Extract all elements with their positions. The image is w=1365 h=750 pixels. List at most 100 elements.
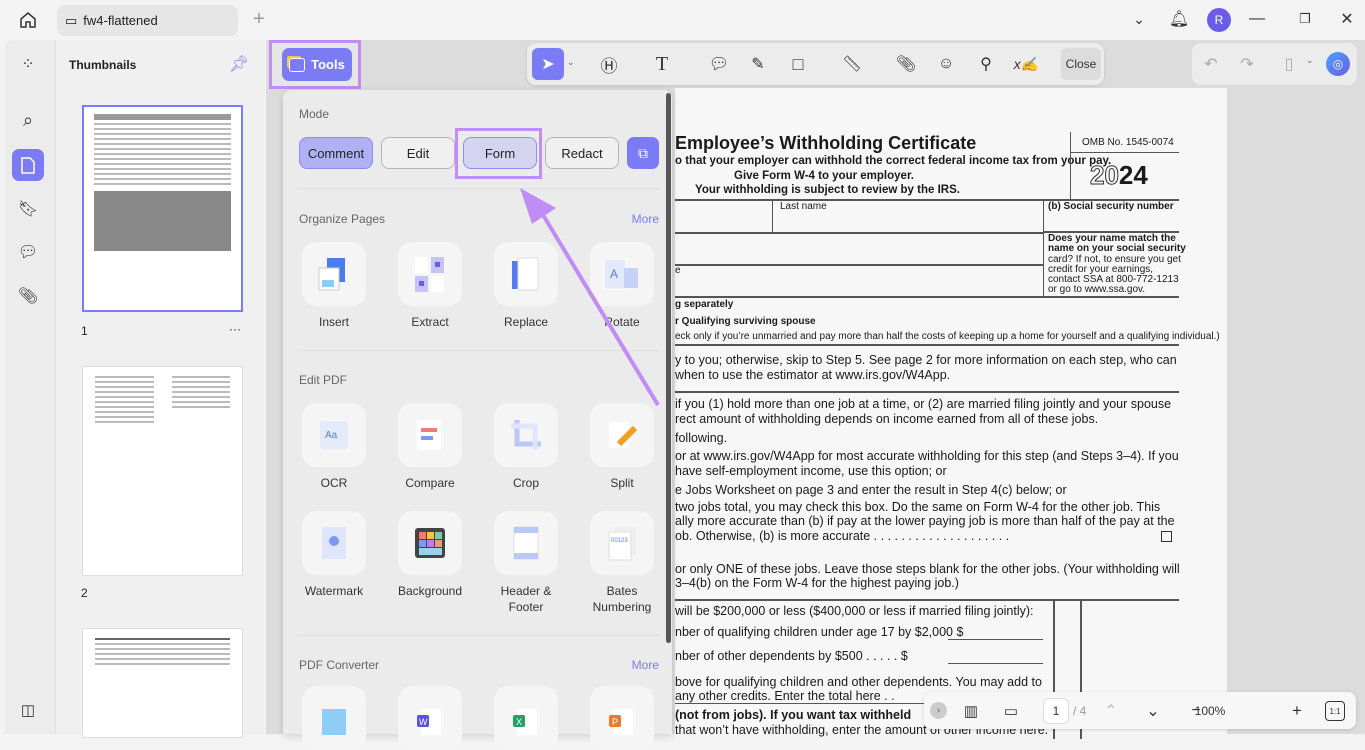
page-thumbnail-2[interactable] <box>82 366 243 576</box>
new-tab-button[interactable]: + <box>248 8 270 30</box>
open-external-icon[interactable]: ⧉ <box>627 137 659 169</box>
actual-size-icon[interactable]: 1:1 <box>1325 701 1345 721</box>
page-thumbnail-1[interactable] <box>82 105 243 312</box>
form-year: 2024 <box>1090 160 1148 191</box>
form-line: e <box>675 265 681 276</box>
chevron-down-icon[interactable]: ⌄ <box>1130 10 1148 28</box>
document-tab[interactable]: ▭ fw4-flattened <box>57 5 238 36</box>
minimize-icon[interactable]: — <box>1248 10 1266 28</box>
bates-numbering-icon: 00123 <box>590 511 654 575</box>
extract-tool[interactable]: Extract <box>390 242 470 330</box>
attachment-icon[interactable]: 📎︎ <box>12 280 44 312</box>
close-window-icon[interactable]: ✕ <box>1337 9 1357 29</box>
form-line: following. <box>675 431 727 445</box>
pin-icon[interactable]: 📌︎ <box>230 55 248 73</box>
header-footer-tool[interactable]: Header & Footer <box>486 511 566 615</box>
attachment-tool-icon[interactable]: 📎︎ <box>890 48 922 80</box>
converter-more-link[interactable]: More <box>632 658 659 672</box>
omb-number: OMB No. 1545-0074 <box>1082 137 1174 148</box>
svg-text:Aa: Aa <box>325 430 338 441</box>
zoom-level[interactable]: 100% <box>1190 699 1230 723</box>
chevron-down-icon[interactable]: ⌄ <box>567 57 575 68</box>
svg-text:P: P <box>612 717 618 727</box>
ocr-tool[interactable]: AaOCR <box>294 403 374 491</box>
bates-numbering-tool[interactable]: 00123Bates Numbering <box>582 511 662 615</box>
apps-icon[interactable]: ⁘ <box>12 48 44 80</box>
svg-text:00123: 00123 <box>611 538 628 544</box>
previous-page-icon[interactable]: ⌃ <box>1100 700 1122 722</box>
redo-icon[interactable]: ↷ <box>1236 53 1258 75</box>
page-more-button[interactable]: ··· <box>229 322 241 336</box>
thumbnails-icon[interactable] <box>12 149 44 181</box>
page-total: / 4 <box>1073 704 1086 718</box>
pdf-to-excel-tool[interactable]: X <box>486 686 566 750</box>
form-line: 3–4(b) on the Form W-4 for the highest p… <box>675 576 959 590</box>
form-line: ally more accurate than (b) if pay at th… <box>675 514 1175 528</box>
sticker-tool-icon[interactable]: ☺ <box>930 48 962 80</box>
select-tool-icon[interactable]: ➤ <box>532 48 564 80</box>
close-button[interactable]: Close <box>1061 48 1101 80</box>
mode-section-title: Mode <box>299 107 329 121</box>
home-icon[interactable] <box>14 6 42 34</box>
history-toolbar: ↶ ↷ ▯ ⌄ ◎ <box>1192 43 1357 85</box>
bookmark-icon[interactable]: 🔖︎ <box>12 193 44 225</box>
stamp-tool-icon[interactable]: ⚲ <box>970 48 1002 80</box>
signature-tool-icon[interactable]: x✍ <box>1010 48 1042 80</box>
insert-icon <box>302 242 366 306</box>
form-line: y to you; otherwise, skip to Step 5. See… <box>675 353 1177 367</box>
background-tool[interactable]: Background <box>390 511 470 599</box>
form-subtitle: o that your employer can withhold the co… <box>675 155 1111 167</box>
watermark-tool[interactable]: Watermark <box>294 511 374 599</box>
expand-icon[interactable]: › <box>930 702 947 719</box>
page-layout-icon[interactable]: ▥ <box>960 700 982 722</box>
restore-icon[interactable]: ❐ <box>1296 10 1314 28</box>
page-navigation-bar: › ▥ ▭ 1 / 4 ⌃ ⌄ − 100% + 1:1 <box>924 692 1356 729</box>
form-subtitle: Your withholding is subject to review by… <box>695 184 960 196</box>
form-title: Employee’s Withholding Certificate <box>675 133 976 154</box>
ai-assistant-icon[interactable]: ◎ <box>1326 52 1350 76</box>
next-page-icon[interactable]: ⌄ <box>1142 700 1164 722</box>
mode-form-button[interactable]: Form <box>463 137 537 169</box>
bell-icon[interactable]: 🔔︎ <box>1168 8 1190 30</box>
form-line: e Jobs Worksheet on page 3 and enter the… <box>675 483 1067 497</box>
form-line: or only ONE of these jobs. Leave those s… <box>675 562 1180 576</box>
comment-icon: ▭ <box>65 13 77 29</box>
pdf-to-image-tool[interactable] <box>294 686 374 750</box>
text-tool-icon[interactable]: T <box>646 48 678 80</box>
zoom-in-icon[interactable]: + <box>1286 700 1308 722</box>
undo-icon[interactable]: ↶ <box>1200 53 1222 75</box>
heading-tool-icon[interactable]: Ⓗ <box>593 48 625 80</box>
chevron-down-icon[interactable]: ⌄ <box>1306 55 1314 66</box>
form-line: ob. Otherwise, (b) is more accurate . . … <box>675 529 1009 543</box>
tools-button[interactable]: Tools <box>282 48 352 81</box>
mode-comment-button[interactable]: Comment <box>299 137 373 169</box>
watermark-icon <box>302 511 366 575</box>
search-icon[interactable]: ⌕ <box>12 104 44 136</box>
pdf-to-ppt-tool[interactable]: P <box>582 686 662 750</box>
rectangle-tool-icon[interactable]: □ <box>782 48 814 80</box>
form-line: rect amount of withholding depends on in… <box>675 412 1098 426</box>
page-number-label: 2 <box>81 586 88 600</box>
insert-tool[interactable]: Insert <box>294 242 374 330</box>
form-line: two jobs total, you may check this box. … <box>675 500 1160 514</box>
form-line: or at www.irs.gov/W4App for most accurat… <box>675 449 1179 463</box>
page-number-input[interactable]: 1 <box>1043 698 1069 724</box>
multiple-jobs-checkbox[interactable] <box>1161 531 1172 542</box>
document-page: Employee’s Withholding Certificate o tha… <box>675 88 1227 734</box>
save-icon[interactable]: ▯ <box>1278 53 1300 75</box>
comments-icon[interactable]: 💬︎ <box>12 236 44 268</box>
highlighter-icon[interactable]: ✎ <box>742 48 774 80</box>
page-thumbnail-3[interactable] <box>82 628 243 738</box>
measure-tool-icon[interactable]: 📏︎ <box>836 48 868 80</box>
tab-title: fw4-flattened <box>83 13 157 28</box>
avatar[interactable]: R <box>1207 8 1231 32</box>
comment-tool-icon[interactable]: 💬︎ <box>703 48 735 80</box>
mode-edit-button[interactable]: Edit <box>381 137 455 169</box>
form-line: have self-employment income, use this op… <box>675 464 947 478</box>
form-line: bove for qualifying children and other d… <box>675 675 1042 689</box>
pdf-to-word-tool[interactable]: W <box>390 686 470 750</box>
layers-icon[interactable]: ◫ <box>12 694 44 726</box>
mode-redact-button[interactable]: Redact <box>545 137 619 169</box>
presentation-icon[interactable]: ▭ <box>1000 700 1022 722</box>
compare-tool[interactable]: Compare <box>390 403 470 491</box>
